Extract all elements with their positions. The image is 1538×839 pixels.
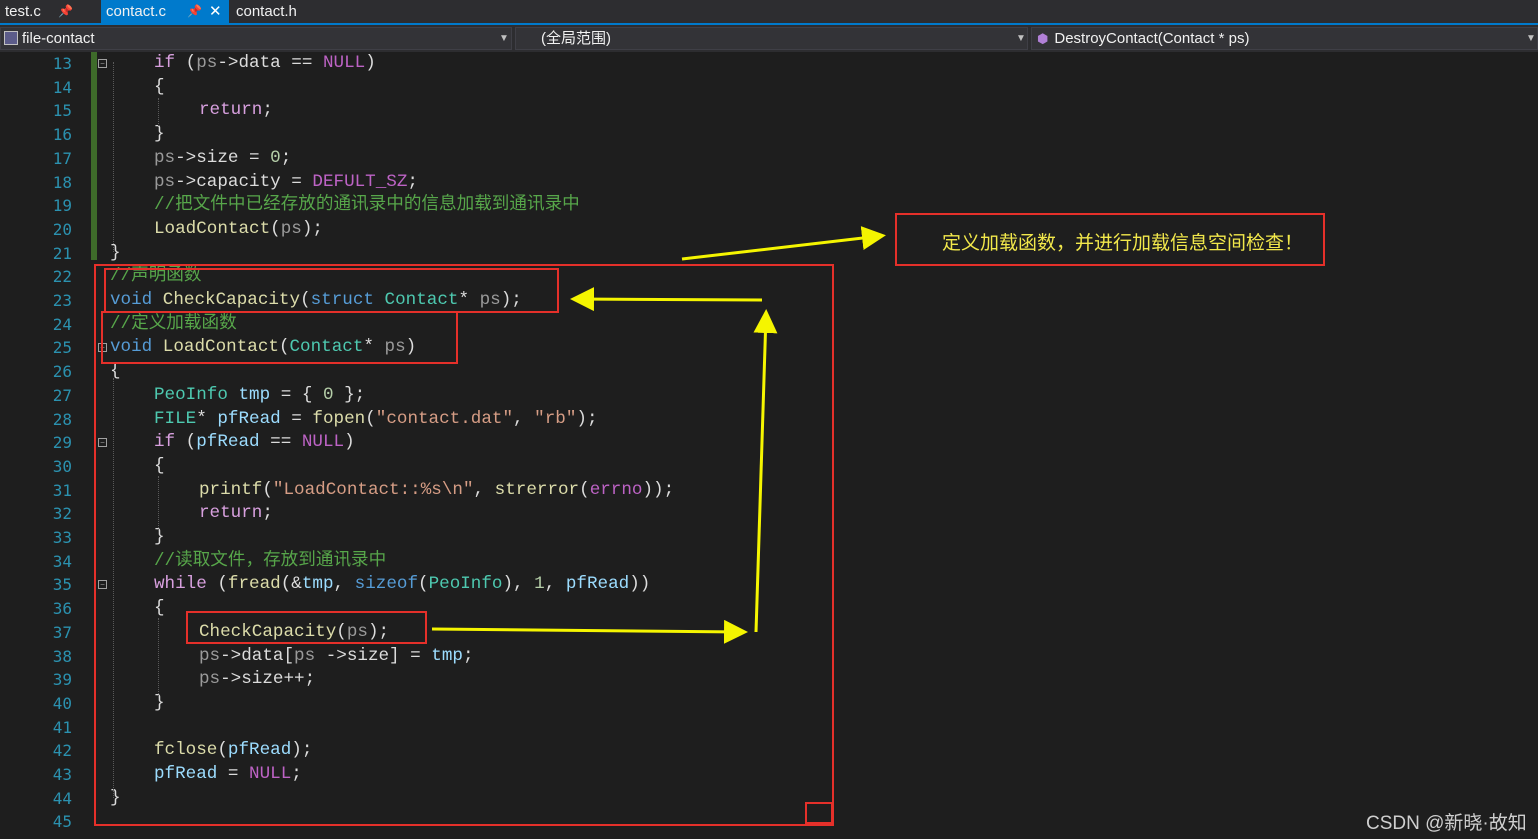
watermark: CSDN @新晓·故知 (1366, 813, 1527, 834)
arrow-connector-up (753, 309, 778, 633)
arrow-call-to-connector (431, 619, 748, 644)
annotation-arrows (431, 226, 886, 644)
arrow-to-declaration (570, 287, 763, 312)
arrow-to-callout (681, 226, 886, 261)
